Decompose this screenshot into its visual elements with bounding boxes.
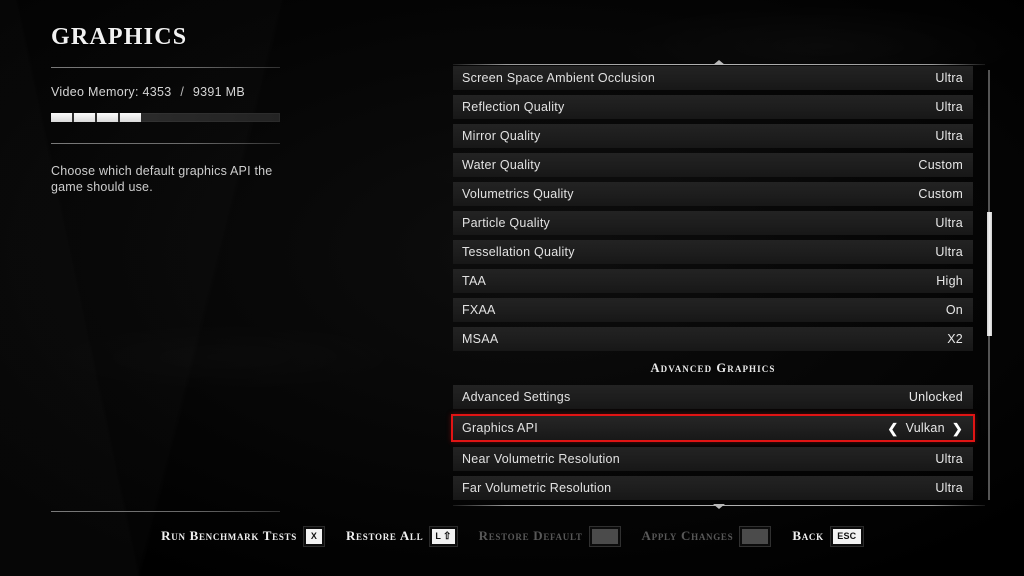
setting-row-value: Ultra (935, 71, 963, 85)
chevron-left-icon[interactable]: ❮ (887, 422, 898, 435)
setting-row[interactable]: Mirror Quality Ultra (453, 124, 973, 148)
setting-row-value: Ultra (935, 452, 963, 466)
setting-row[interactable]: TAA High (453, 269, 973, 293)
video-memory-total: 9391 (192, 85, 222, 99)
action-back[interactable]: Back ESC (792, 525, 864, 547)
action-apply-changes: Apply Changes (641, 525, 772, 547)
setting-row-value: Ultra (935, 129, 963, 143)
video-memory-separator: / (180, 85, 185, 99)
title-divider (51, 67, 280, 68)
action-label: Run Benchmark Tests (161, 528, 297, 543)
setting-row[interactable]: FXAA On (453, 298, 973, 322)
setting-row[interactable]: Water Quality Custom (453, 153, 973, 177)
chevron-right-icon[interactable]: ❯ (952, 422, 963, 435)
section-header-advanced-graphics: Advanced Graphics (650, 360, 776, 375)
action-restore-default: Restore Default (478, 525, 621, 547)
video-memory-bar (51, 113, 280, 122)
action-label: Restore Default (478, 528, 583, 543)
setting-row-value: Unlocked (908, 390, 963, 404)
setting-row-value: Ultra (935, 481, 963, 495)
settings-list-panel: Screen Space Ambient Occlusion Ultra Refle… (451, 60, 992, 509)
video-memory-segment (97, 113, 119, 122)
setting-row-selected-graphics-api[interactable]: Graphics API ❮ Vulkan ❯ (451, 414, 975, 442)
setting-row-label: Tessellation Quality (462, 245, 575, 259)
setting-row-value: X2 (947, 332, 963, 346)
setting-row[interactable]: Particle Quality Ultra (453, 211, 973, 235)
action-label: Restore All (345, 528, 424, 543)
setting-row-label: Water Quality (462, 158, 541, 172)
setting-row-label: TAA (462, 274, 487, 288)
setting-row-value: On (945, 303, 963, 317)
video-memory-used: 4353 (142, 85, 172, 99)
setting-row[interactable]: Reflection Quality Ultra (453, 95, 973, 119)
setting-row-value-selector: ❮ Vulkan ❯ (887, 421, 963, 435)
setting-row[interactable]: MSAA X2 (453, 327, 973, 351)
key-badge (588, 525, 621, 547)
scrollbar-thumb[interactable] (987, 212, 992, 336)
setting-row-value: Custom (918, 187, 963, 201)
setting-description: Choose which default graphics API the ga… (51, 164, 273, 194)
left-panel-bottom-divider (51, 511, 280, 512)
setting-row-value: Ultra (935, 245, 963, 259)
setting-row[interactable]: Volumetrics Quality Custom (453, 182, 973, 206)
setting-row[interactable]: Tessellation Quality Ultra (453, 240, 973, 264)
setting-row-label: Far Volumetric Resolution (462, 481, 612, 495)
setting-row-label: Screen Space Ambient Occlusion (462, 71, 656, 85)
graphics-api-value: Vulkan (905, 421, 945, 435)
setting-row-label: Reflection Quality (462, 100, 565, 114)
setting-row-label: Advanced Settings (462, 390, 571, 404)
video-memory-readout: Video Memory: 4353 / 9391 MB (51, 85, 281, 99)
setting-row-label: Volumetrics Quality (462, 187, 574, 201)
key-glyph: X (310, 531, 318, 541)
setting-row-label: Near Volumetric Resolution (462, 452, 620, 466)
key-badge[interactable]: X (302, 525, 325, 547)
shift-key-icon: ⇧ (443, 530, 452, 542)
setting-row-value: Ultra (935, 100, 963, 114)
caret-up-icon (713, 60, 725, 65)
graphics-settings-screen: GRAPHICS Video Memory: 4353 / 9391 MB Ch… (0, 0, 1024, 576)
video-memory-label: Video Memory: (51, 85, 139, 99)
key-glyph: L (435, 531, 442, 541)
setting-row-label: Particle Quality (462, 216, 551, 230)
action-label: Back (792, 528, 824, 543)
action-run-benchmark-tests[interactable]: Run Benchmark Tests X (161, 525, 325, 547)
setting-row[interactable]: Near Volumetric Resolution Ultra (453, 447, 973, 471)
key-badge[interactable]: ESC (829, 525, 864, 547)
setting-row[interactable]: Far Volumetric Resolution Ultra (453, 476, 973, 500)
setting-row[interactable]: Advanced Settings Unlocked (453, 385, 973, 409)
bottom-action-bar: Run Benchmark Tests X Restore All L ⇧ Restore… (0, 524, 1024, 548)
setting-row-label: Graphics API (462, 421, 538, 435)
list-bottom-edge (453, 504, 985, 509)
left-info-panel: GRAPHICS Video Memory: 4353 / 9391 MB Ch… (51, 24, 281, 195)
setting-row-value: High (936, 274, 963, 288)
setting-row-value: Ultra (935, 216, 963, 230)
key-glyph: ESC (837, 531, 857, 541)
setting-row[interactable]: Screen Space Ambient Occlusion Ultra (453, 66, 973, 90)
action-label: Apply Changes (641, 528, 734, 543)
video-memory-segment (51, 113, 73, 122)
settings-rows: Screen Space Ambient Occlusion Ultra Refle… (451, 66, 985, 500)
page-title: GRAPHICS (51, 24, 188, 50)
setting-row-label: Mirror Quality (462, 129, 541, 143)
action-restore-all[interactable]: Restore All L ⇧ (345, 525, 458, 547)
caret-down-icon (713, 504, 725, 509)
key-badge (739, 525, 772, 547)
setting-row-value: Custom (918, 158, 963, 172)
setting-row-label: FXAA (462, 303, 496, 317)
video-memory-segment (120, 113, 142, 122)
video-memory-segment (74, 113, 96, 122)
setting-row-label: MSAA (462, 332, 499, 346)
video-memory-unit: MB (225, 85, 246, 99)
memory-divider (51, 143, 280, 144)
key-badge[interactable]: L ⇧ (429, 525, 458, 547)
